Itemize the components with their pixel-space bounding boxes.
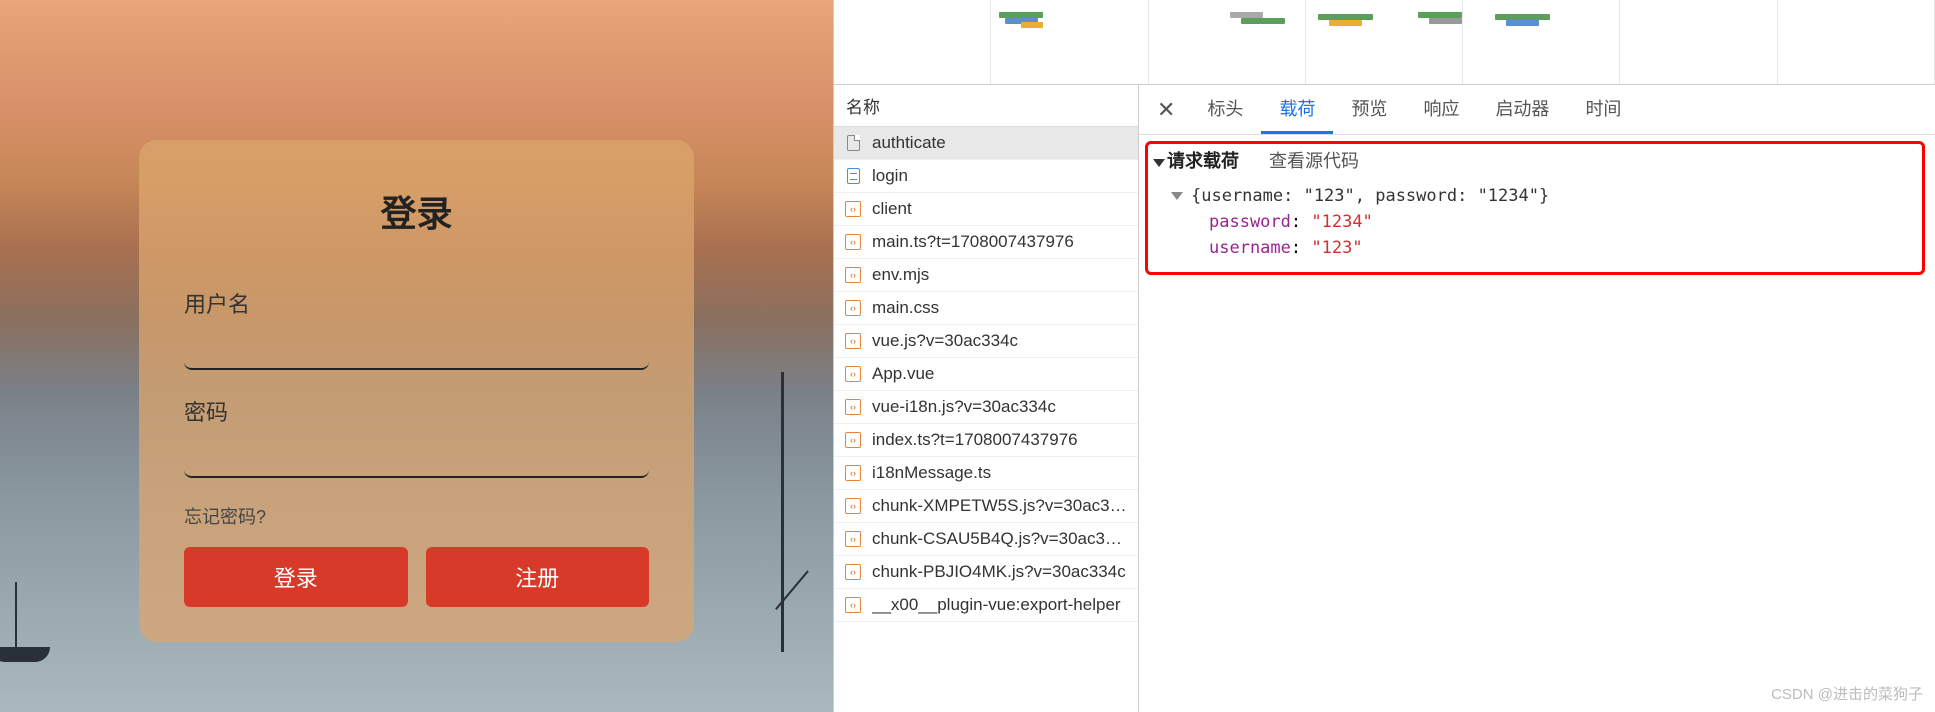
caret-down-icon: [1171, 192, 1183, 200]
tab-payload[interactable]: 载荷: [1261, 85, 1333, 134]
close-icon[interactable]: ✕: [1143, 89, 1189, 131]
network-request-row[interactable]: ‹› chunk-XMPETW5S.js?v=30ac33...: [834, 490, 1138, 523]
network-request-row[interactable]: ‹› main.ts?t=1708007437976: [834, 226, 1138, 259]
script-file-icon: ‹›: [844, 332, 862, 350]
login-card: 登录 用户名 密码 忘记密码? 登录 注册: [139, 140, 694, 642]
request-name: main.css: [872, 298, 939, 318]
tab-preview[interactable]: 预览: [1333, 85, 1405, 134]
request-name: vue.js?v=30ac334c: [872, 331, 1018, 351]
forgot-password-link[interactable]: 忘记密码?: [184, 503, 266, 529]
script-file-icon: ‹›: [844, 233, 862, 251]
network-column-header[interactable]: 名称: [834, 85, 1138, 127]
tab-timing[interactable]: 时间: [1567, 85, 1639, 134]
script-file-icon: ‹›: [844, 497, 862, 515]
network-request-row[interactable]: ‹› main.css: [834, 292, 1138, 325]
devtools-panel: 名称 authticate login ‹› client ‹› main.ts?t=17…: [833, 0, 1935, 712]
network-request-row[interactable]: ‹› client: [834, 193, 1138, 226]
network-request-row[interactable]: authticate: [834, 127, 1138, 160]
watermark-text: CSDN @进击的菜狗子: [1771, 683, 1923, 704]
payload-section-title[interactable]: 请求载荷: [1153, 147, 1239, 173]
decoration-mast: [753, 372, 813, 652]
payload-json-tree: {username: "123", password: "1234"} pass…: [1151, 183, 1923, 261]
register-button[interactable]: 注册: [426, 547, 650, 607]
script-file-icon: ‹›: [844, 200, 862, 218]
network-list-panel: 名称 authticate login ‹› client ‹› main.ts?t=17…: [834, 85, 1139, 712]
button-row: 登录 注册: [184, 547, 649, 607]
password-input[interactable]: [184, 435, 649, 478]
html-file-icon: [844, 167, 862, 185]
username-input[interactable]: [184, 327, 649, 370]
detail-tabs: ✕ 标头 载荷 预览 响应 启动器 时间: [1139, 85, 1935, 135]
script-file-icon: ‹›: [844, 563, 862, 581]
request-name: chunk-XMPETW5S.js?v=30ac33...: [872, 496, 1128, 516]
view-source-link[interactable]: 查看源代码: [1269, 147, 1359, 173]
payload-content: 请求载荷 查看源代码 {username: "123", password: "…: [1139, 135, 1935, 712]
request-name: chunk-PBJIO4MK.js?v=30ac334c: [872, 562, 1126, 582]
request-name: login: [872, 166, 908, 186]
request-name: App.vue: [872, 364, 934, 384]
network-request-row[interactable]: login: [834, 160, 1138, 193]
json-value: "1234": [1311, 212, 1372, 232]
network-request-row[interactable]: ‹› chunk-PBJIO4MK.js?v=30ac334c: [834, 556, 1138, 589]
json-value: "123": [1311, 238, 1362, 258]
request-name: index.ts?t=1708007437976: [872, 430, 1078, 450]
json-property-row[interactable]: password: "1234": [1171, 209, 1923, 235]
tab-response[interactable]: 响应: [1405, 85, 1477, 134]
network-request-row[interactable]: ‹› App.vue: [834, 358, 1138, 391]
request-detail-panel: ✕ 标头 载荷 预览 响应 启动器 时间 请求载荷 查看源代码: [1139, 85, 1935, 712]
request-name: env.mjs: [872, 265, 929, 285]
network-request-row[interactable]: ‹› env.mjs: [834, 259, 1138, 292]
network-waterfall[interactable]: [834, 0, 1935, 85]
document-icon: [844, 134, 862, 152]
decoration-boat: [0, 572, 60, 672]
network-request-row[interactable]: ‹› vue-i18n.js?v=30ac334c: [834, 391, 1138, 424]
network-request-row[interactable]: ‹› i18nMessage.ts: [834, 457, 1138, 490]
request-name: vue-i18n.js?v=30ac334c: [872, 397, 1056, 417]
request-name: authticate: [872, 133, 946, 153]
script-file-icon: ‹›: [844, 299, 862, 317]
json-key: password: [1209, 212, 1291, 232]
login-button[interactable]: 登录: [184, 547, 408, 607]
username-label: 用户名: [184, 287, 649, 319]
network-request-row[interactable]: ‹› vue.js?v=30ac334c: [834, 325, 1138, 358]
caret-down-icon: [1153, 159, 1165, 167]
request-name: i18nMessage.ts: [872, 463, 991, 483]
request-name: main.ts?t=1708007437976: [872, 232, 1074, 252]
script-file-icon: ‹›: [844, 398, 862, 416]
request-name: client: [872, 199, 912, 219]
network-request-row[interactable]: ‹› index.ts?t=1708007437976: [834, 424, 1138, 457]
login-page: 登录 用户名 密码 忘记密码? 登录 注册: [0, 0, 833, 712]
script-file-icon: ‹›: [844, 530, 862, 548]
script-file-icon: ‹›: [844, 596, 862, 614]
json-key: username: [1209, 238, 1291, 258]
script-file-icon: ‹›: [844, 464, 862, 482]
script-file-icon: ‹›: [844, 365, 862, 383]
json-summary-row[interactable]: {username: "123", password: "1234"}: [1171, 183, 1923, 209]
json-property-row[interactable]: username: "123": [1171, 235, 1923, 261]
network-request-row[interactable]: ‹› __x00__plugin-vue:export-helper: [834, 589, 1138, 622]
script-file-icon: ‹›: [844, 266, 862, 284]
login-title: 登录: [184, 185, 649, 237]
password-label: 密码: [184, 395, 649, 427]
request-name: chunk-CSAU5B4Q.js?v=30ac334c: [872, 529, 1128, 549]
network-request-row[interactable]: ‹› chunk-CSAU5B4Q.js?v=30ac334c: [834, 523, 1138, 556]
tab-headers[interactable]: 标头: [1189, 85, 1261, 134]
network-list[interactable]: authticate login ‹› client ‹› main.ts?t=17080…: [834, 127, 1138, 712]
tab-initiator[interactable]: 启动器: [1477, 85, 1567, 134]
request-name: __x00__plugin-vue:export-helper: [872, 595, 1121, 615]
script-file-icon: ‹›: [844, 431, 862, 449]
